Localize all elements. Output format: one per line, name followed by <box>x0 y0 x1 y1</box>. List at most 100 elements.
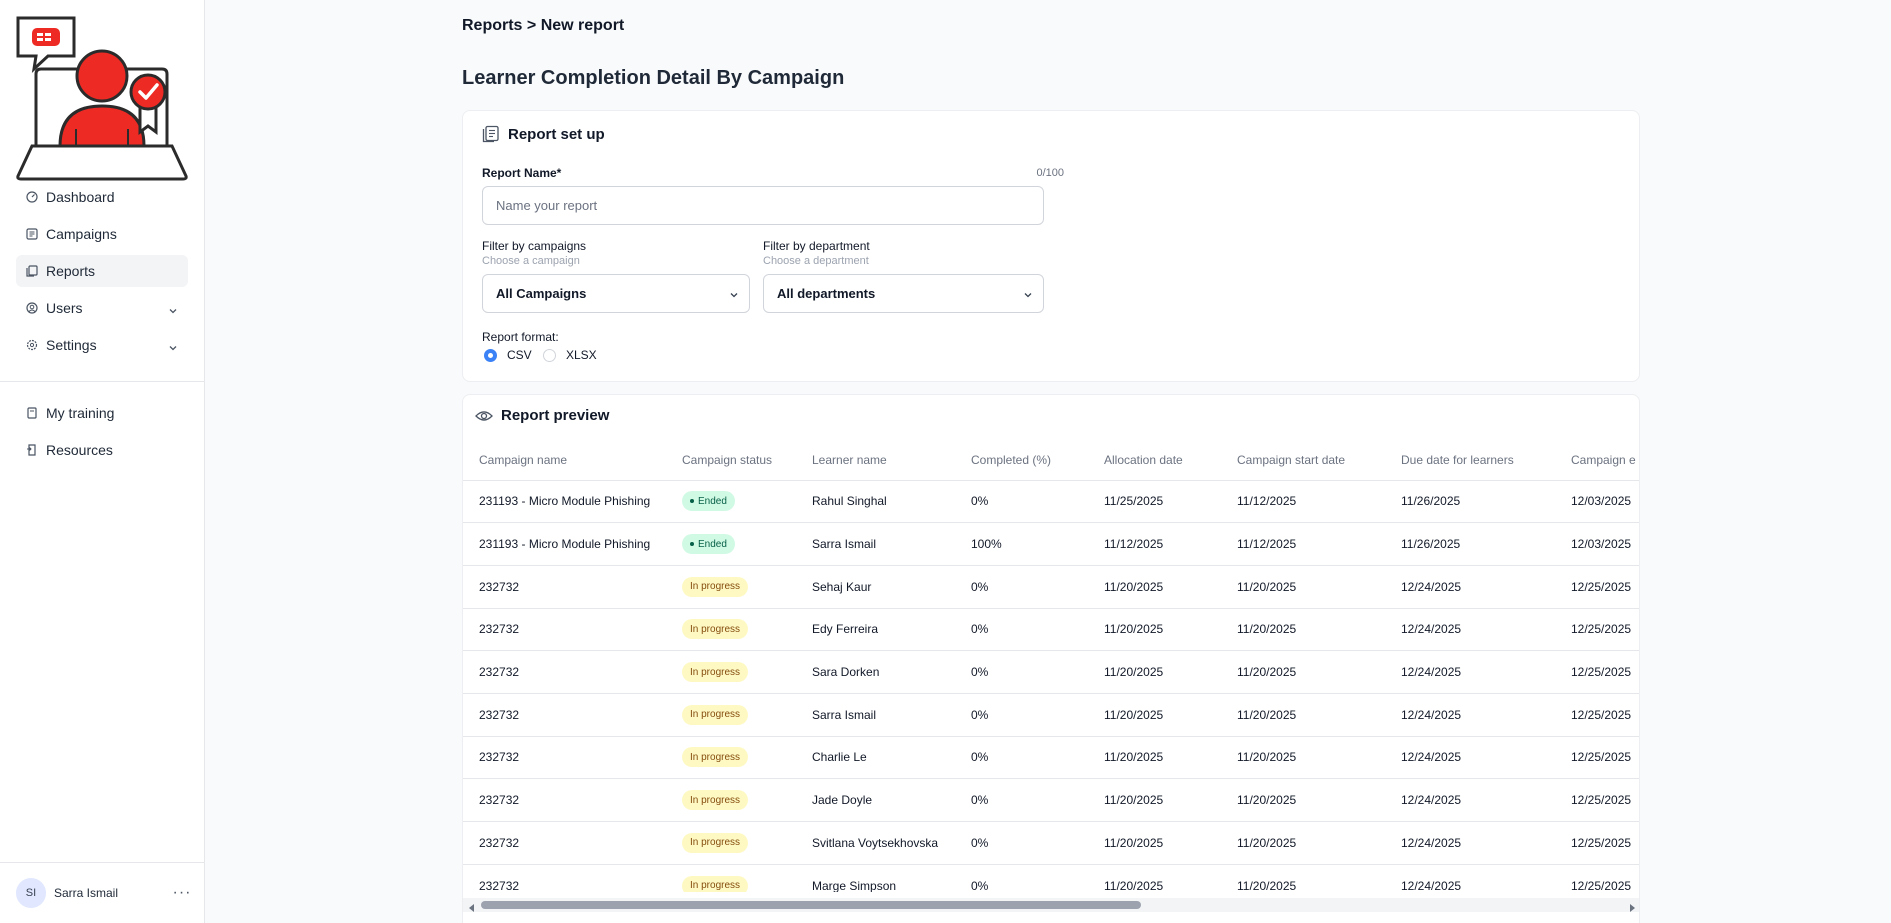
campaign-start-cell: 11/12/2025 <box>1221 522 1385 566</box>
nav-divider <box>0 381 204 382</box>
column-header[interactable]: Campaign start date <box>1221 440 1385 481</box>
due-date-cell: 12/24/2025 <box>1385 650 1555 694</box>
completed-cell: 0% <box>955 480 1088 524</box>
sidebar-item-label: Users <box>46 300 83 316</box>
campaign-status-cell: In progress <box>666 608 796 652</box>
report-name-input[interactable] <box>482 186 1044 225</box>
completed-cell: 100% <box>955 522 1088 566</box>
report-preview-heading: Report preview <box>475 407 609 424</box>
campaign-end-cell: 12/25/2025 <box>1555 736 1639 780</box>
due-date-cell: 12/24/2025 <box>1385 693 1555 737</box>
avatar: SI <box>16 878 46 908</box>
table-row: 232732 In progress Jade Doyle 0% 11/20/2… <box>463 778 1639 822</box>
logo <box>14 14 190 182</box>
format-option-xlsx[interactable]: XLSX <box>543 348 597 362</box>
column-header[interactable]: Campaign e <box>1555 440 1639 481</box>
chevron-down-icon[interactable] <box>168 340 178 351</box>
campaign-name-cell: 232732 <box>463 650 666 694</box>
table-row: 232732 In progress Svitlana Voytsekhovsk… <box>463 821 1639 865</box>
completed-cell: 0% <box>955 608 1088 652</box>
allocation-date-cell: 11/20/2025 <box>1088 608 1221 652</box>
completed-cell: 0% <box>955 778 1088 822</box>
due-date-cell: 12/24/2025 <box>1385 864 1555 892</box>
allocation-date-cell: 11/20/2025 <box>1088 778 1221 822</box>
campaign-select[interactable]: All Campaigns <box>482 274 750 313</box>
allocation-date-cell: 11/20/2025 <box>1088 693 1221 737</box>
status-badge: In progress <box>682 619 749 640</box>
due-date-cell: 12/24/2025 <box>1385 821 1555 865</box>
sidebar-item-dashboard[interactable]: Dashboard <box>16 181 188 213</box>
status-badge: Ended <box>682 491 735 512</box>
more-options-icon[interactable]: ··· <box>172 883 192 903</box>
column-header[interactable]: Campaign name <box>463 440 666 481</box>
status-badge: In progress <box>682 875 749 892</box>
sidebar-item-label: My training <box>46 405 115 421</box>
reports-icon <box>26 265 38 277</box>
scroll-right-icon[interactable] <box>1627 900 1637 912</box>
sidebar-item-resources[interactable]: Resources <box>16 434 188 466</box>
user-circle-icon <box>26 302 38 314</box>
status-badge: Ended <box>682 534 735 555</box>
due-date-cell: 11/26/2025 <box>1385 522 1555 566</box>
format-option-csv[interactable]: CSV <box>484 348 532 362</box>
allocation-date-cell: 11/20/2025 <box>1088 821 1221 865</box>
sidebar-item-label: Dashboard <box>46 189 115 205</box>
report-name-label: Report Name* <box>482 166 562 180</box>
user-menu[interactable]: SI Sarra Ismail ··· <box>16 877 192 909</box>
learner-illustration-logo <box>16 16 188 181</box>
breadcrumb[interactable]: Reports > New report <box>462 17 624 35</box>
campaign-start-cell: 11/20/2025 <box>1221 608 1385 652</box>
report-format-label: Report format: <box>482 330 559 344</box>
column-header[interactable]: Learner name <box>796 440 955 481</box>
scrollbar-thumb[interactable] <box>481 901 1141 909</box>
primary-nav: Dashboard Campaigns Reports Users Settin… <box>16 181 188 366</box>
sidebar-item-label: Resources <box>46 442 113 458</box>
campaign-end-cell: 12/25/2025 <box>1555 864 1639 892</box>
book-icon <box>26 407 38 419</box>
gauge-icon <box>26 191 38 203</box>
department-select-value: All departments <box>777 286 876 301</box>
learner-name-cell: Edy Ferreira <box>796 608 955 652</box>
scroll-left-icon[interactable] <box>467 900 477 912</box>
horizontal-scrollbar[interactable] <box>463 898 1639 912</box>
sidebar-item-reports[interactable]: Reports <box>16 255 188 287</box>
page-title: Learner Completion Detail By Campaign <box>462 67 845 89</box>
learner-name-cell: Charlie Le <box>796 736 955 780</box>
table-row: 231193 - Micro Module Phishing Ended Rah… <box>463 480 1639 524</box>
department-filter-hint: Choose a department <box>763 255 869 267</box>
department-select[interactable]: All departments <box>763 274 1044 313</box>
eye-icon <box>475 410 493 421</box>
radio-xlsx[interactable] <box>543 348 556 362</box>
column-header[interactable]: Campaign status <box>666 440 796 481</box>
sidebar-item-label: Settings <box>46 337 97 353</box>
report-setup-heading: Report set up <box>482 125 605 143</box>
allocation-date-cell: 11/25/2025 <box>1088 480 1221 524</box>
chevron-down-icon[interactable] <box>168 303 178 314</box>
report-preview-table-viewport[interactable]: Campaign name Campaign status Learner na… <box>463 440 1639 892</box>
learner-name-cell: Marge Simpson <box>796 864 955 892</box>
campaign-end-cell: 12/25/2025 <box>1555 650 1639 694</box>
format-label-csv: CSV <box>507 348 532 362</box>
radio-csv[interactable] <box>484 348 497 362</box>
table-row: 232732 In progress Edy Ferreira 0% 11/20… <box>463 608 1639 652</box>
column-header[interactable]: Completed (%) <box>955 440 1088 481</box>
sidebar-item-label: Reports <box>46 263 96 279</box>
campaign-start-cell: 11/20/2025 <box>1221 650 1385 694</box>
table-row: 232732 In progress Charlie Le 0% 11/20/2… <box>463 736 1639 780</box>
sidebar-item-settings[interactable]: Settings <box>16 329 188 361</box>
sidebar-item-my-training[interactable]: My training <box>16 397 188 429</box>
campaign-name-cell: 232732 <box>463 778 666 822</box>
completed-cell: 0% <box>955 864 1088 892</box>
campaign-name-cell: 231193 - Micro Module Phishing <box>463 522 666 566</box>
sidebar-item-campaigns[interactable]: Campaigns <box>16 218 188 250</box>
column-header[interactable]: Due date for learners <box>1385 440 1555 481</box>
campaign-status-cell: In progress <box>666 693 796 737</box>
campaign-name-cell: 232732 <box>463 736 666 780</box>
sidebar-item-users[interactable]: Users <box>16 292 188 324</box>
due-date-cell: 12/24/2025 <box>1385 736 1555 780</box>
report-setup-card: Report set up Report Name* 0/100 Filter … <box>462 110 1640 382</box>
completed-cell: 0% <box>955 565 1088 609</box>
campaign-status-cell: In progress <box>666 821 796 865</box>
column-header[interactable]: Allocation date <box>1088 440 1221 481</box>
campaign-icon <box>26 228 38 240</box>
